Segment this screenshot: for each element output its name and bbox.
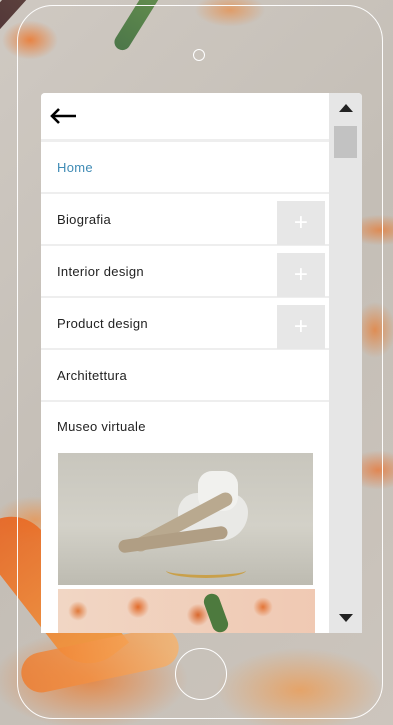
menu-item-label: Biografia [57, 211, 112, 227]
rocker-base [166, 563, 246, 578]
menu-item-product-design[interactable]: Product design + [41, 298, 329, 350]
arrow-left-icon[interactable] [49, 106, 79, 126]
menu-item-architettura[interactable]: Architettura [41, 350, 329, 402]
pattern-leaf [201, 591, 231, 633]
camera-icon [193, 49, 205, 61]
scrollbar[interactable] [329, 93, 362, 633]
museum-photo-chair[interactable] [58, 453, 313, 585]
expand-plus-icon[interactable]: + [277, 305, 325, 349]
menu-item-home[interactable]: Home [41, 142, 329, 194]
menu-item-label: Product design [57, 315, 148, 331]
menu-item-label: Interior design [57, 263, 144, 279]
museum-photo-pattern[interactable] [58, 589, 315, 633]
menu-list: Home Biografia + Interior design + Produ… [41, 93, 329, 633]
expand-plus-icon[interactable]: + [277, 201, 325, 245]
triangle-down-icon[interactable] [329, 605, 362, 631]
menu-item-label: Home [57, 159, 93, 175]
menu-item-biografia[interactable]: Biografia + [41, 194, 329, 246]
back-row [41, 93, 329, 142]
triangle-up-icon[interactable] [329, 95, 362, 121]
home-button[interactable] [175, 648, 227, 700]
menu-item-interior-design[interactable]: Interior design + [41, 246, 329, 298]
navigation-menu-panel: Home Biografia + Interior design + Produ… [41, 93, 362, 633]
menu-item-label: Museo virtuale [57, 418, 146, 434]
menu-item-museo-virtuale[interactable]: Museo virtuale [41, 402, 329, 450]
scrollbar-thumb[interactable] [334, 126, 357, 158]
menu-item-label: Architettura [57, 367, 128, 383]
expand-plus-icon[interactable]: + [277, 253, 325, 297]
